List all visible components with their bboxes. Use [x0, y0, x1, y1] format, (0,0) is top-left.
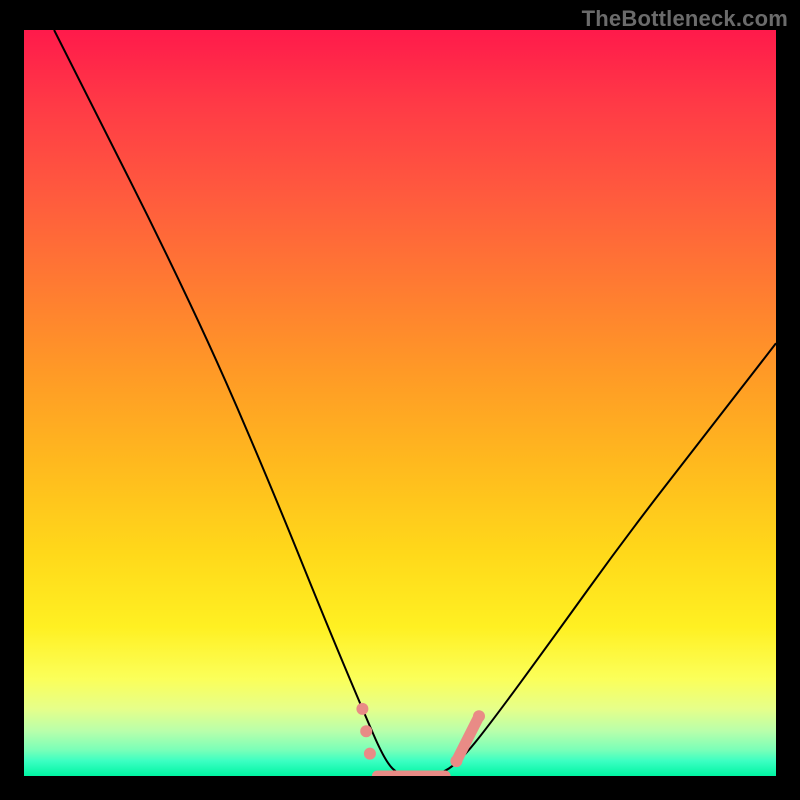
- curve-path: [54, 30, 776, 776]
- watermark-text: TheBottleneck.com: [582, 6, 788, 32]
- marker-dot: [364, 748, 376, 760]
- marker-dot: [450, 755, 462, 767]
- plot-area: [24, 30, 776, 776]
- marker-dot: [356, 703, 368, 715]
- curve-layer: [24, 30, 776, 776]
- marker-dot: [360, 725, 372, 737]
- chart-stage: TheBottleneck.com: [0, 0, 800, 800]
- marker-band: [456, 716, 479, 761]
- marker-dot: [473, 710, 485, 722]
- bottleneck-curve: [54, 30, 776, 776]
